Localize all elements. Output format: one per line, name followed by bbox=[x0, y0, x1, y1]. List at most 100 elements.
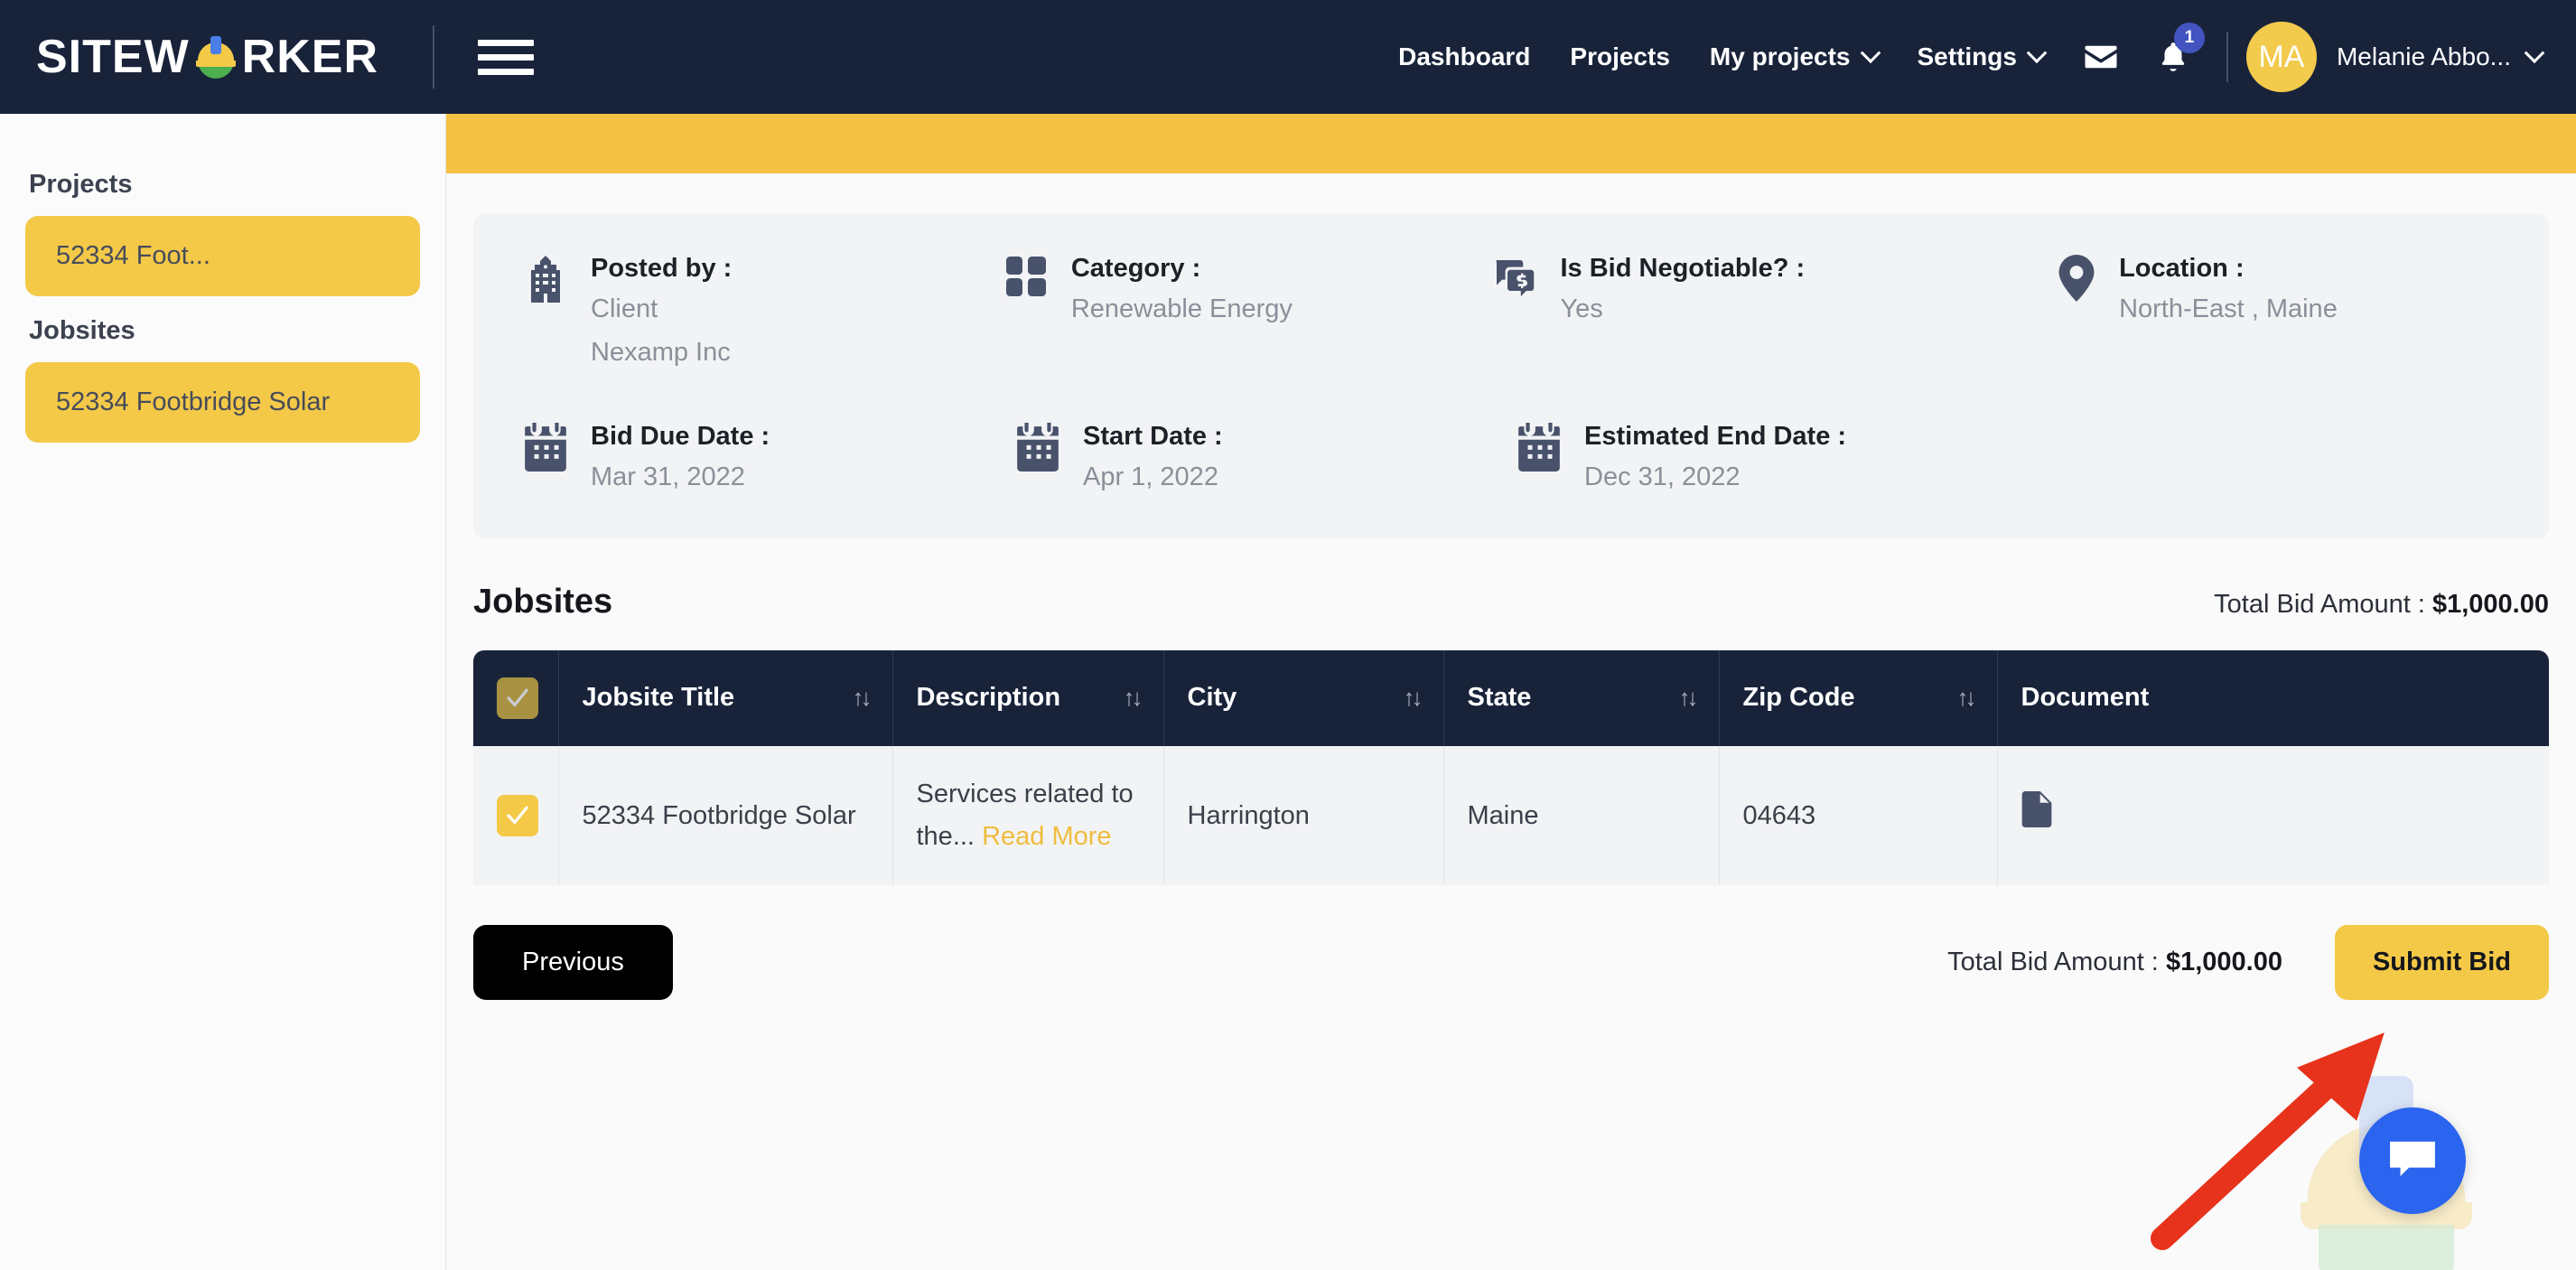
table-row: 52334 Footbridge Solar Services related … bbox=[473, 745, 2549, 885]
sort-updown-icon[interactable]: ↑↓ bbox=[1679, 684, 1699, 712]
jobsites-title: Jobsites bbox=[473, 582, 613, 621]
chat-bubble-icon bbox=[2388, 1138, 2437, 1184]
table-header-row: Jobsite Title ↑↓ Description ↑↓ City ↑↓ … bbox=[473, 649, 2549, 746]
sort-updown-icon[interactable]: ↑↓ bbox=[1124, 684, 1143, 712]
sidebar-section-projects-label: Projects bbox=[29, 170, 133, 199]
info-start-date: Start Date : Apr 1, 2022 bbox=[1016, 419, 1517, 498]
header-zip-code-label: Zip Code bbox=[1742, 683, 1855, 713]
mail-icon[interactable] bbox=[2064, 38, 2138, 76]
nav-divider bbox=[2226, 32, 2228, 82]
nav-link-projects[interactable]: Projects bbox=[1550, 42, 1690, 71]
sidebar: Projects 52334 Foot... Jobsites 52334 Fo… bbox=[0, 114, 446, 1270]
info-posted-by-label: Posted by : bbox=[591, 254, 733, 283]
select-all-checkbox[interactable] bbox=[497, 677, 538, 719]
form-footer: Previous Total Bid Amount : $1,000.00 Su… bbox=[473, 924, 2549, 1000]
header-document: Document bbox=[1997, 650, 2549, 746]
header-city[interactable]: City ↑↓ bbox=[1163, 649, 1444, 746]
chevron-down-icon bbox=[2524, 42, 2545, 64]
chevron-down-icon bbox=[2026, 42, 2048, 64]
nav-link-settings[interactable]: Settings bbox=[1898, 42, 2064, 71]
jobsites-table-body: 52334 Footbridge Solar Services related … bbox=[473, 745, 2549, 885]
header-document-label: Document bbox=[2021, 683, 2150, 713]
nav-right-group: Dashboard Projects My projects Settings … bbox=[1378, 22, 2576, 92]
row-select-cell bbox=[473, 745, 559, 885]
sidebar-section-jobsites-label: Jobsites bbox=[29, 315, 135, 345]
info-end-date-value: Dec 31, 2022 bbox=[1584, 462, 1741, 492]
bell-icon[interactable]: 1 bbox=[2138, 23, 2208, 75]
sort-updown-icon[interactable]: ↑↓ bbox=[1404, 684, 1423, 712]
calendar-icon bbox=[1517, 423, 1561, 476]
submit-bid-button[interactable]: Submit Bid bbox=[2334, 924, 2549, 1000]
info-start-date-label: Start Date : bbox=[1083, 422, 1223, 452]
header-state[interactable]: State ↑↓ bbox=[1443, 649, 1720, 746]
user-name-label: Melanie Abbo... bbox=[2336, 42, 2511, 70]
header-jobsite-title[interactable]: Jobsite Title ↑↓ bbox=[558, 649, 893, 746]
jobsites-total-bid-label: Total Bid Amount : bbox=[2214, 589, 2425, 619]
hamburger-menu-icon[interactable] bbox=[478, 32, 535, 83]
notification-badge: 1 bbox=[2173, 23, 2205, 53]
sort-updown-icon[interactable]: ↑↓ bbox=[853, 684, 873, 712]
project-info-card: Posted by : Client Nexamp Inc Category : bbox=[473, 213, 2549, 539]
row-state: Maine bbox=[1443, 745, 1720, 885]
info-start-date-value: Apr 1, 2022 bbox=[1083, 462, 1218, 492]
document-file-icon[interactable] bbox=[2021, 790, 2052, 834]
building-icon bbox=[524, 255, 567, 308]
info-end-date-label: Estimated End Date : bbox=[1584, 422, 1847, 452]
jobsites-table-wrapper: Jobsite Title ↑↓ Description ↑↓ City ↑↓ … bbox=[473, 649, 2549, 885]
nav-link-my-projects[interactable]: My projects bbox=[1690, 42, 1898, 71]
info-negotiable: Is Bid Negotiable? : Yes bbox=[1493, 251, 2058, 372]
user-menu[interactable]: Melanie Abbo... bbox=[2336, 42, 2545, 71]
jobsites-total-bid-value: $1,000.00 bbox=[2431, 589, 2549, 619]
hardhat-logo-icon bbox=[191, 33, 240, 81]
sort-updown-icon[interactable]: ↑↓ bbox=[1957, 684, 1977, 712]
chat-widget-button[interactable] bbox=[2359, 1107, 2466, 1214]
row-description: Services related to the... Read More bbox=[892, 745, 1164, 885]
brand-text-right: RKER bbox=[241, 31, 379, 83]
previous-button[interactable]: Previous bbox=[473, 924, 673, 1000]
brand-text-left: SITEW bbox=[36, 31, 190, 83]
info-bid-due-date: Bid Due Date : Mar 31, 2022 bbox=[524, 419, 1016, 498]
nav-link-dashboard-label: Dashboard bbox=[1398, 42, 1531, 70]
info-negotiable-label: Is Bid Negotiable? : bbox=[1560, 254, 1806, 283]
project-banner: Solar Plant Nexamp bbox=[446, 114, 2576, 173]
footer-total-bid-value: $1,000.00 bbox=[2165, 947, 2282, 976]
nav-link-projects-label: Projects bbox=[1570, 42, 1670, 70]
row-checkbox[interactable] bbox=[497, 794, 538, 836]
info-location: Location : North-East , Maine bbox=[2058, 251, 2498, 372]
header-jobsite-title-label: Jobsite Title bbox=[582, 683, 735, 713]
jobsites-table: Jobsite Title ↑↓ Description ↑↓ City ↑↓ … bbox=[473, 649, 2549, 885]
info-category-label: Category : bbox=[1070, 254, 1201, 283]
row-jobsite-title: 52334 Footbridge Solar bbox=[558, 745, 893, 885]
jobsites-total-bid: Total Bid Amount : $1,000.00 bbox=[2214, 590, 2549, 620]
header-zip-code[interactable]: Zip Code ↑↓ bbox=[1719, 649, 1998, 746]
info-location-value: North-East , Maine bbox=[2119, 294, 2338, 324]
top-navigation-bar: SITEW RKER Dashboard Projects My project… bbox=[0, 0, 2576, 114]
nav-link-dashboard[interactable]: Dashboard bbox=[1378, 42, 1550, 71]
chat-dollar-icon bbox=[1493, 255, 1536, 303]
info-negotiable-value: Yes bbox=[1560, 294, 1603, 324]
avatar[interactable]: MA bbox=[2245, 22, 2317, 92]
nav-link-settings-label: Settings bbox=[1917, 42, 2017, 70]
brand-logo[interactable]: SITEW RKER bbox=[0, 25, 478, 89]
info-posted-by: Posted by : Client Nexamp Inc bbox=[524, 251, 1004, 372]
project-info-row-2: Bid Due Date : Mar 31, 2022 Start Date :… bbox=[524, 419, 2498, 498]
header-state-label: State bbox=[1467, 683, 1532, 713]
header-description[interactable]: Description ↑↓ bbox=[892, 649, 1164, 746]
info-category: Category : Renewable Energy bbox=[1004, 251, 1494, 372]
header-select-all-cell bbox=[473, 649, 559, 746]
row-document-cell bbox=[1997, 746, 2549, 885]
info-end-date: Estimated End Date : Dec 31, 2022 bbox=[1517, 419, 2095, 498]
read-more-link[interactable]: Read More bbox=[982, 822, 1111, 851]
footer-total-bid-label: Total Bid Amount : bbox=[1947, 947, 2159, 976]
info-category-value: Renewable Energy bbox=[1070, 294, 1293, 324]
row-city: Harrington bbox=[1163, 745, 1444, 885]
sidebar-item-jobsite-52334[interactable]: 52334 Footbridge Solar bbox=[25, 361, 420, 443]
jobsites-header: Jobsites Total Bid Amount : $1,000.00 bbox=[473, 583, 2549, 621]
info-posted-by-value1: Client bbox=[591, 294, 658, 324]
sidebar-item-project-52334[interactable]: 52334 Foot... bbox=[25, 216, 420, 296]
header-city-label: City bbox=[1187, 683, 1237, 713]
project-info-row-1: Posted by : Client Nexamp Inc Category : bbox=[524, 251, 2498, 372]
calendar-icon bbox=[1016, 423, 1059, 476]
info-bid-due-date-label: Bid Due Date : bbox=[591, 422, 770, 452]
info-posted-by-value2: Nexamp Inc bbox=[591, 337, 731, 367]
